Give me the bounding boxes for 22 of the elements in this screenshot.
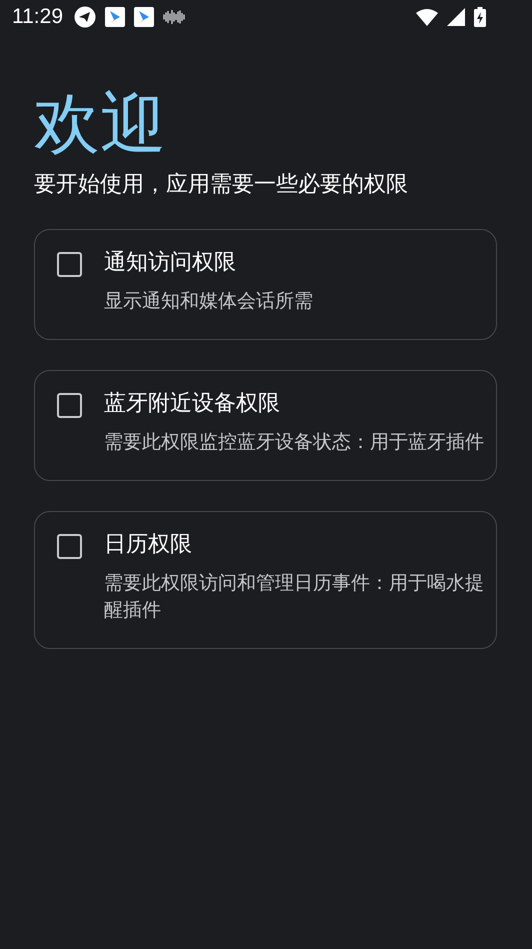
permission-card[interactable]: 通知访问权限 显示通知和媒体会话所需 (34, 229, 497, 340)
subtitle: 要开始使用，应用需要一些必要的权限 (34, 171, 409, 199)
app-icon (134, 7, 154, 27)
signal-icon (447, 8, 465, 26)
permission-description: 显示通知和媒体会话所需 (104, 289, 313, 314)
checkbox[interactable] (57, 393, 82, 418)
permission-card[interactable]: 日历权限 需要此权限访问和管理日历事件：用于喝水提醒插件 (34, 511, 497, 649)
status-time: 11:29 (12, 5, 63, 29)
paper-plane-icon (74, 6, 96, 28)
battery-charging-icon (474, 7, 486, 27)
permission-card[interactable]: 蓝牙附近设备权限 需要此权限监控蓝牙设备状态：用于蓝牙插件 (34, 370, 497, 481)
permission-title: 通知访问权限 (104, 249, 237, 277)
checkbox[interactable] (57, 534, 82, 559)
permission-title: 日历权限 (104, 531, 193, 559)
wifi-icon (416, 8, 438, 26)
sound-wave-icon (163, 9, 185, 25)
checkbox[interactable] (57, 252, 82, 277)
permission-description: 需要此权限访问和管理日历事件：用于喝水提醒插件 (104, 571, 485, 623)
welcome-title: 欢迎 (34, 84, 167, 164)
permission-title: 蓝牙附近设备权限 (104, 390, 281, 418)
app-icon (105, 7, 125, 27)
permission-description: 需要此权限监控蓝牙设备状态：用于蓝牙插件 (104, 430, 484, 455)
